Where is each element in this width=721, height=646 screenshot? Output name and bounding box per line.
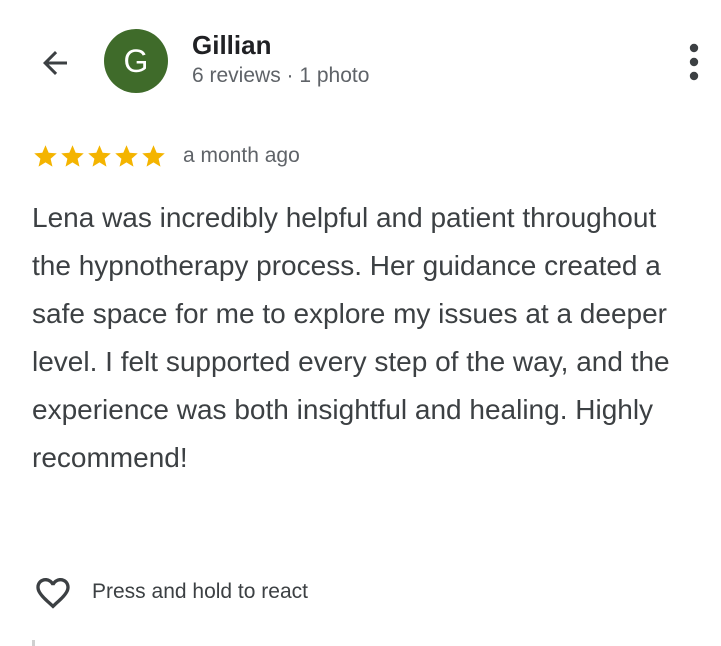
review-time: a month ago [183,144,300,167]
more-options-button[interactable] [674,40,714,84]
star-icon [88,144,111,167]
star-icon [115,144,138,167]
review-text: Lena was incredibly helpful and patient … [32,202,670,473]
star-icon [61,144,84,167]
star-icon [142,144,165,167]
star-rating [32,143,167,170]
back-button[interactable] [30,40,80,86]
reviewer-meta: 6 reviews · 1 photo [192,64,370,87]
react-button[interactable] [30,571,76,615]
avatar[interactable]: G [104,29,168,93]
react-label: Press and hold to react [92,580,308,603]
reviewer-name[interactable]: Gillian [192,30,271,61]
heart-outline-icon [36,578,70,609]
more-vertical-icon [689,43,699,81]
divider [32,640,35,646]
arrow-left-icon [43,51,67,75]
rating-row: a month ago [32,140,300,172]
star-icon [34,144,57,167]
